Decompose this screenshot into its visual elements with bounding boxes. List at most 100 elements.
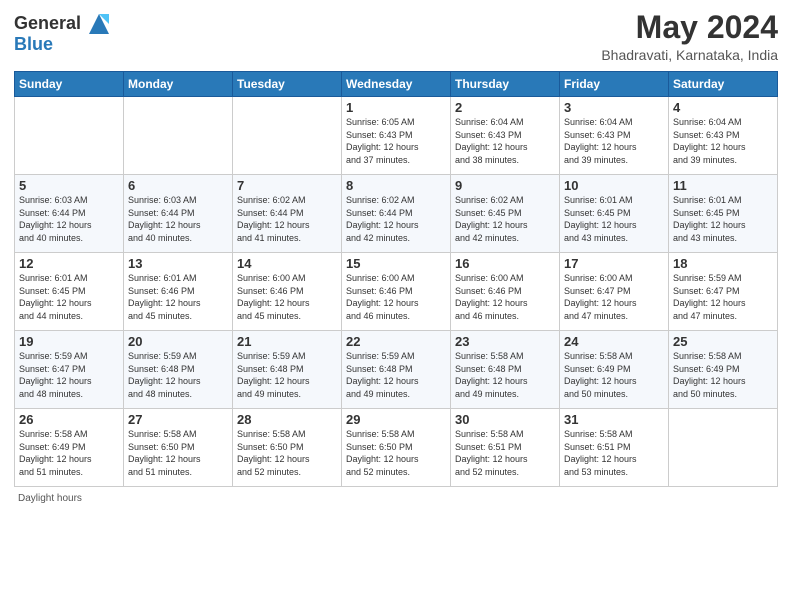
header: General Blue May 2024 Bhadravati, Karnat… [14, 10, 778, 63]
day-info: Sunrise: 5:58 AM Sunset: 6:51 PM Dayligh… [564, 428, 664, 478]
calendar-cell: 8Sunrise: 6:02 AM Sunset: 6:44 PM Daylig… [342, 175, 451, 253]
day-number: 17 [564, 256, 664, 271]
calendar-cell: 15Sunrise: 6:00 AM Sunset: 6:46 PM Dayli… [342, 253, 451, 331]
day-info: Sunrise: 6:02 AM Sunset: 6:44 PM Dayligh… [346, 194, 446, 244]
day-number: 10 [564, 178, 664, 193]
calendar-cell: 9Sunrise: 6:02 AM Sunset: 6:45 PM Daylig… [451, 175, 560, 253]
day-number: 20 [128, 334, 228, 349]
calendar-cell [124, 97, 233, 175]
calendar-cell: 4Sunrise: 6:04 AM Sunset: 6:43 PM Daylig… [669, 97, 778, 175]
day-header-tuesday: Tuesday [233, 72, 342, 97]
day-number: 2 [455, 100, 555, 115]
day-number: 22 [346, 334, 446, 349]
calendar-cell: 3Sunrise: 6:04 AM Sunset: 6:43 PM Daylig… [560, 97, 669, 175]
logo: General Blue [14, 10, 113, 55]
calendar-cell: 13Sunrise: 6:01 AM Sunset: 6:46 PM Dayli… [124, 253, 233, 331]
calendar-week-4: 19Sunrise: 5:59 AM Sunset: 6:47 PM Dayli… [15, 331, 778, 409]
day-info: Sunrise: 6:04 AM Sunset: 6:43 PM Dayligh… [455, 116, 555, 166]
day-info: Sunrise: 6:04 AM Sunset: 6:43 PM Dayligh… [673, 116, 773, 166]
page: General Blue May 2024 Bhadravati, Karnat… [0, 0, 792, 612]
day-number: 7 [237, 178, 337, 193]
location-subtitle: Bhadravati, Karnataka, India [601, 47, 778, 63]
day-header-saturday: Saturday [669, 72, 778, 97]
calendar-week-1: 1Sunrise: 6:05 AM Sunset: 6:43 PM Daylig… [15, 97, 778, 175]
calendar-cell: 16Sunrise: 6:00 AM Sunset: 6:46 PM Dayli… [451, 253, 560, 331]
day-number: 15 [346, 256, 446, 271]
day-number: 18 [673, 256, 773, 271]
calendar-cell: 30Sunrise: 5:58 AM Sunset: 6:51 PM Dayli… [451, 409, 560, 487]
day-header-sunday: Sunday [15, 72, 124, 97]
day-info: Sunrise: 5:58 AM Sunset: 6:50 PM Dayligh… [128, 428, 228, 478]
day-header-thursday: Thursday [451, 72, 560, 97]
footer: Daylight hours [14, 493, 778, 504]
day-number: 21 [237, 334, 337, 349]
calendar-cell: 19Sunrise: 5:59 AM Sunset: 6:47 PM Dayli… [15, 331, 124, 409]
calendar-cell: 24Sunrise: 5:58 AM Sunset: 6:49 PM Dayli… [560, 331, 669, 409]
day-info: Sunrise: 6:02 AM Sunset: 6:45 PM Dayligh… [455, 194, 555, 244]
day-info: Sunrise: 6:00 AM Sunset: 6:47 PM Dayligh… [564, 272, 664, 322]
day-number: 23 [455, 334, 555, 349]
calendar-cell: 26Sunrise: 5:58 AM Sunset: 6:49 PM Dayli… [15, 409, 124, 487]
calendar-cell: 7Sunrise: 6:02 AM Sunset: 6:44 PM Daylig… [233, 175, 342, 253]
day-number: 27 [128, 412, 228, 427]
calendar-cell: 12Sunrise: 6:01 AM Sunset: 6:45 PM Dayli… [15, 253, 124, 331]
day-number: 19 [19, 334, 119, 349]
calendar-week-3: 12Sunrise: 6:01 AM Sunset: 6:45 PM Dayli… [15, 253, 778, 331]
calendar-week-2: 5Sunrise: 6:03 AM Sunset: 6:44 PM Daylig… [15, 175, 778, 253]
calendar-header-row: SundayMondayTuesdayWednesdayThursdayFrid… [15, 72, 778, 97]
calendar-cell: 18Sunrise: 5:59 AM Sunset: 6:47 PM Dayli… [669, 253, 778, 331]
calendar-cell: 25Sunrise: 5:58 AM Sunset: 6:49 PM Dayli… [669, 331, 778, 409]
day-number: 8 [346, 178, 446, 193]
day-number: 16 [455, 256, 555, 271]
calendar-cell: 28Sunrise: 5:58 AM Sunset: 6:50 PM Dayli… [233, 409, 342, 487]
calendar-cell [669, 409, 778, 487]
day-info: Sunrise: 6:01 AM Sunset: 6:46 PM Dayligh… [128, 272, 228, 322]
calendar-body: 1Sunrise: 6:05 AM Sunset: 6:43 PM Daylig… [15, 97, 778, 487]
day-header-monday: Monday [124, 72, 233, 97]
day-number: 31 [564, 412, 664, 427]
day-info: Sunrise: 5:58 AM Sunset: 6:48 PM Dayligh… [455, 350, 555, 400]
calendar-cell [233, 97, 342, 175]
calendar-cell [15, 97, 124, 175]
day-info: Sunrise: 5:59 AM Sunset: 6:47 PM Dayligh… [19, 350, 119, 400]
day-number: 14 [237, 256, 337, 271]
logo-text: General [14, 14, 81, 34]
day-number: 6 [128, 178, 228, 193]
month-title: May 2024 [601, 10, 778, 45]
day-info: Sunrise: 6:00 AM Sunset: 6:46 PM Dayligh… [346, 272, 446, 322]
day-info: Sunrise: 6:02 AM Sunset: 6:44 PM Dayligh… [237, 194, 337, 244]
day-number: 25 [673, 334, 773, 349]
day-number: 29 [346, 412, 446, 427]
calendar-cell: 5Sunrise: 6:03 AM Sunset: 6:44 PM Daylig… [15, 175, 124, 253]
calendar-cell: 14Sunrise: 6:00 AM Sunset: 6:46 PM Dayli… [233, 253, 342, 331]
day-number: 24 [564, 334, 664, 349]
day-number: 11 [673, 178, 773, 193]
day-info: Sunrise: 5:59 AM Sunset: 6:48 PM Dayligh… [346, 350, 446, 400]
day-number: 9 [455, 178, 555, 193]
day-info: Sunrise: 5:58 AM Sunset: 6:49 PM Dayligh… [673, 350, 773, 400]
title-block: May 2024 Bhadravati, Karnataka, India [601, 10, 778, 63]
day-number: 30 [455, 412, 555, 427]
calendar-cell: 11Sunrise: 6:01 AM Sunset: 6:45 PM Dayli… [669, 175, 778, 253]
day-info: Sunrise: 5:58 AM Sunset: 6:49 PM Dayligh… [564, 350, 664, 400]
calendar-table: SundayMondayTuesdayWednesdayThursdayFrid… [14, 71, 778, 487]
day-info: Sunrise: 6:00 AM Sunset: 6:46 PM Dayligh… [455, 272, 555, 322]
calendar-cell: 31Sunrise: 5:58 AM Sunset: 6:51 PM Dayli… [560, 409, 669, 487]
day-number: 3 [564, 100, 664, 115]
day-info: Sunrise: 6:05 AM Sunset: 6:43 PM Dayligh… [346, 116, 446, 166]
day-info: Sunrise: 5:59 AM Sunset: 6:47 PM Dayligh… [673, 272, 773, 322]
day-info: Sunrise: 6:01 AM Sunset: 6:45 PM Dayligh… [19, 272, 119, 322]
day-number: 12 [19, 256, 119, 271]
calendar-cell: 22Sunrise: 5:59 AM Sunset: 6:48 PM Dayli… [342, 331, 451, 409]
calendar-cell: 2Sunrise: 6:04 AM Sunset: 6:43 PM Daylig… [451, 97, 560, 175]
calendar-cell: 20Sunrise: 5:59 AM Sunset: 6:48 PM Dayli… [124, 331, 233, 409]
calendar-cell: 23Sunrise: 5:58 AM Sunset: 6:48 PM Dayli… [451, 331, 560, 409]
day-info: Sunrise: 6:01 AM Sunset: 6:45 PM Dayligh… [673, 194, 773, 244]
day-info: Sunrise: 6:01 AM Sunset: 6:45 PM Dayligh… [564, 194, 664, 244]
day-number: 26 [19, 412, 119, 427]
day-info: Sunrise: 5:58 AM Sunset: 6:51 PM Dayligh… [455, 428, 555, 478]
day-info: Sunrise: 6:04 AM Sunset: 6:43 PM Dayligh… [564, 116, 664, 166]
day-info: Sunrise: 5:58 AM Sunset: 6:50 PM Dayligh… [346, 428, 446, 478]
day-number: 28 [237, 412, 337, 427]
day-header-wednesday: Wednesday [342, 72, 451, 97]
